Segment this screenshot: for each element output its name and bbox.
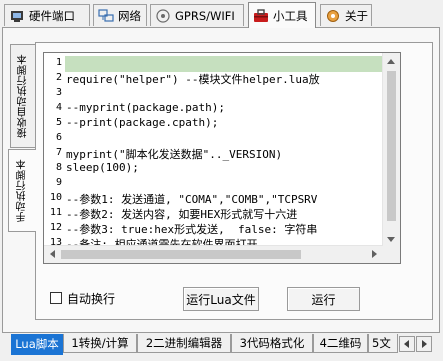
current-line-highlight <box>65 56 400 72</box>
line-number: 12 <box>49 222 62 233</box>
tab-scroll-left-button[interactable] <box>399 336 415 352</box>
auto-wrap-label[interactable]: 自动换行 <box>67 290 115 307</box>
code-line: sleep(100); <box>66 161 139 174</box>
scroll-right-arrow-icon[interactable] <box>372 250 377 258</box>
line-number: 7 <box>55 147 62 158</box>
tab-convert-calc[interactable]: 1转换/计算 <box>63 334 137 353</box>
run-lua-file-button[interactable]: 运行Lua文件 <box>183 287 259 311</box>
tab-hardware-port[interactable]: 硬件端口 <box>4 4 90 26</box>
tab-about-label: 关于 <box>345 8 368 23</box>
tab-binary-editor[interactable]: 2二进制编辑器 <box>137 334 231 353</box>
horizontal-scrollbar[interactable] <box>44 245 383 263</box>
chevron-left-icon <box>404 340 409 348</box>
line-number: 9 <box>55 177 62 188</box>
tab-tools-label: 小工具 <box>273 8 308 23</box>
tab-manual-exec-script-label: 手动执行脚本 <box>17 159 28 222</box>
about-gear-icon <box>325 8 341 24</box>
auto-wrap-checkbox[interactable] <box>50 292 62 304</box>
line-number: 10 <box>49 192 62 203</box>
horizontal-scroll-thumb[interactable] <box>61 250 301 259</box>
scroll-down-arrow-icon[interactable] <box>387 237 395 242</box>
code-line: require("helper") --模块文件helper.lua放 <box>66 73 320 86</box>
scrollbar-corner <box>383 246 400 263</box>
line-number: 5 <box>55 117 62 128</box>
code-editor[interactable]: 1 2 3 4 5 6 7 8 9 10 11 12 13 require("h… <box>43 52 401 264</box>
tab-manual-exec-script[interactable]: 手动执行脚本 <box>8 149 36 232</box>
tab-tools[interactable]: 小工具 <box>248 2 316 28</box>
network-icon <box>98 8 114 24</box>
scroll-left-arrow-icon[interactable] <box>50 250 55 258</box>
gprs-wifi-icon <box>155 8 171 24</box>
tab-auto-exec-script-label: 接收自动执行脚本 <box>18 54 29 138</box>
hardware-port-icon <box>9 8 25 24</box>
line-number: 6 <box>55 132 62 143</box>
tab-code-format[interactable]: 3代码格式化 <box>231 334 313 353</box>
code-line: --print(package.cpath); <box>66 116 219 129</box>
tab-hardware-port-label: 硬件端口 <box>29 8 75 23</box>
line-number: 11 <box>49 207 62 218</box>
line-number: 2 <box>55 72 62 83</box>
tab-auto-exec-script[interactable]: 接收自动执行脚本 <box>10 44 36 148</box>
tab-gprs-wifi-label: GPRS/WIFI <box>175 8 235 23</box>
tab-lua-script[interactable]: Lua脚本 <box>11 334 63 355</box>
chevron-right-icon <box>422 340 427 348</box>
code-line: --参数3: true:hex形式发送, false: 字符串 <box>66 223 318 236</box>
code-line: --myprint(package.path); <box>66 101 225 114</box>
tab-qrcode[interactable]: 4二维码 <box>313 334 368 353</box>
vertical-scroll-thumb[interactable] <box>387 71 396 221</box>
code-line: myprint("脚本化发送数据".._VERSION) <box>66 148 283 161</box>
toolbox-icon <box>253 8 269 24</box>
tab-network[interactable]: 网络 <box>93 4 147 26</box>
vertical-scrollbar[interactable] <box>382 53 400 248</box>
tab-network-label: 网络 <box>118 8 141 23</box>
code-line: --参数2: 发送内容, 如要HEX形式就写十六进 <box>66 208 298 221</box>
tab-scroll-right-button[interactable] <box>416 336 432 352</box>
line-number: 1 <box>55 57 62 68</box>
top-tab-strip: 硬件端口 网络 GPRS/WIFI 小工具 关于 <box>0 0 443 30</box>
code-line: --参数1: 发送通道, "COMA","COMB","TCPSRV <box>66 193 318 206</box>
scroll-up-arrow-icon[interactable] <box>387 59 395 64</box>
line-number: 4 <box>55 102 62 113</box>
line-number-gutter: 1 2 3 4 5 6 7 8 9 10 11 12 13 <box>44 53 65 263</box>
line-number: 8 <box>55 162 62 173</box>
tab-about[interactable]: 关于 <box>320 4 372 26</box>
line-number: 3 <box>55 87 62 98</box>
tab-5-truncated[interactable]: 5文 <box>368 334 398 353</box>
tab-gprs-wifi[interactable]: GPRS/WIFI <box>150 4 244 26</box>
run-button[interactable]: 运行 <box>287 287 360 311</box>
